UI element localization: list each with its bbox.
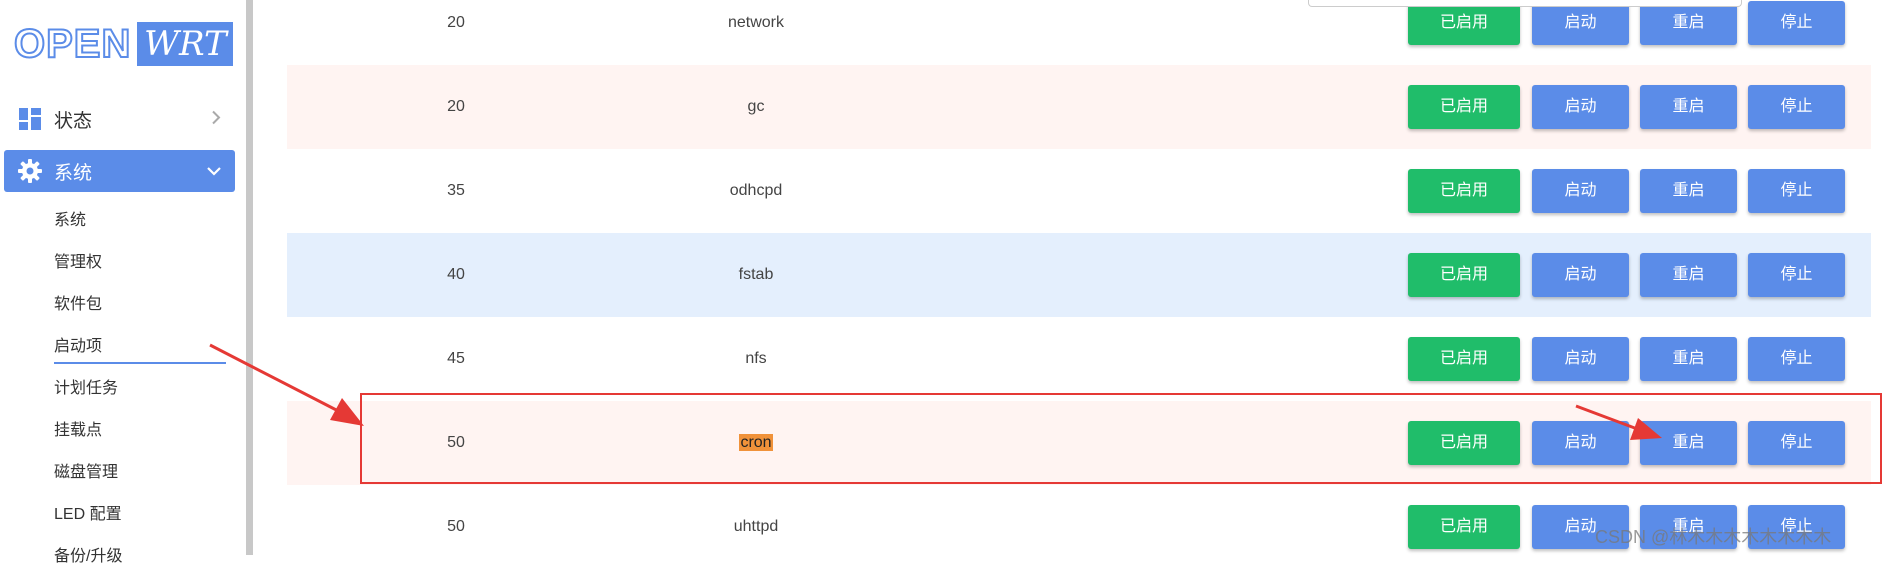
sub-item-admin[interactable]: 管理权 [54,248,102,278]
restart-button[interactable]: 重启 [1640,1,1737,45]
logo-wrt-text: WRT [137,22,234,66]
service-name-cell: gc [747,98,765,115]
service-name-cell: fstab [738,266,774,283]
priority-cell: 20 [447,14,465,31]
table-row: 35 odhcpd 已启用 启动 重启 停止 [287,149,1871,233]
sub-item-disk[interactable]: 磁盘管理 [54,458,118,488]
enabled-button[interactable]: 已启用 [1408,1,1520,45]
enabled-button[interactable]: 已启用 [1408,337,1520,381]
sub-item-startup[interactable]: 启动项 [54,332,226,364]
sub-item-led[interactable]: LED 配置 [54,500,122,530]
enabled-button[interactable]: 已启用 [1408,85,1520,129]
sub-item-software[interactable]: 软件包 [54,290,102,320]
menu-system[interactable]: 系统 [4,150,235,192]
dropdown-popup-edge [1308,0,1742,7]
menu-status-label: 状态 [54,110,93,132]
restart-button[interactable]: 重启 [1640,253,1737,297]
enabled-button[interactable]: 已启用 [1408,505,1520,549]
service-name-cell: odhcpd [729,182,783,199]
menu-status[interactable]: 状态 [4,98,235,140]
annotation-highlight-box [360,393,1882,484]
logo-open-text: OPEN [13,21,132,67]
restart-button[interactable]: 重启 [1640,169,1737,213]
sub-item-mounts[interactable]: 挂载点 [54,416,102,446]
service-name-cell: nfs [745,350,767,367]
priority-cell: 20 [447,98,465,115]
start-button[interactable]: 启动 [1532,85,1629,129]
chevron-down-icon [207,163,221,179]
sub-item-backup[interactable]: 备份/升级 [54,542,122,572]
sub-item-crontab[interactable]: 计划任务 [54,374,118,404]
table-row: 40 fstab 已启用 启动 重启 停止 [287,233,1871,317]
openwrt-logo[interactable]: OPEN WRT [13,21,234,67]
enabled-button[interactable]: 已启用 [1408,253,1520,297]
service-name-cell: uhttpd [733,518,779,535]
stop-button[interactable]: 停止 [1748,85,1845,129]
priority-cell: 40 [447,266,465,283]
csdn-watermark: CSDN @林木木木木木木木木 [1595,527,1832,547]
start-button[interactable]: 启动 [1532,337,1629,381]
chevron-right-icon [211,110,221,128]
gear-icon [18,159,42,183]
stop-button[interactable]: 停止 [1748,253,1845,297]
table-row: 45 nfs 已启用 启动 重启 停止 [287,317,1871,401]
table-row: 20 gc 已启用 启动 重启 停止 [287,65,1871,149]
enabled-button[interactable]: 已启用 [1408,169,1520,213]
priority-cell: 45 [447,350,465,367]
sidebar: OPEN WRT 状态 系统 系统 管理权 软件包 启动项 计划任务 挂载点 磁… [0,0,246,565]
priority-cell: 35 [447,182,465,199]
restart-button[interactable]: 重启 [1640,85,1737,129]
sidebar-scrollbar[interactable] [246,0,253,555]
priority-cell: 50 [447,518,465,535]
restart-button[interactable]: 重启 [1640,337,1737,381]
service-name-cell: network [727,14,785,31]
stop-button[interactable]: 停止 [1748,337,1845,381]
table-row: 20 network 已启用 启动 重启 停止 [287,0,1871,65]
stop-button[interactable]: 停止 [1748,1,1845,45]
start-button[interactable]: 启动 [1532,169,1629,213]
start-button[interactable]: 启动 [1532,253,1629,297]
start-button[interactable]: 启动 [1532,1,1629,45]
dashboard-icon [18,107,42,131]
menu-system-label: 系统 [54,162,93,184]
sub-item-system[interactable]: 系统 [54,206,86,236]
stop-button[interactable]: 停止 [1748,169,1845,213]
